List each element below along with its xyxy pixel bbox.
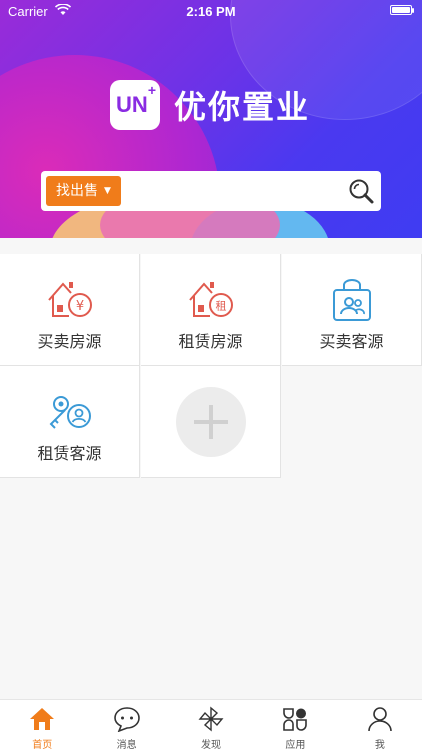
tab-label: 首页 [32, 740, 53, 750]
tab-label: 消息 [116, 740, 137, 750]
tab-label: 发现 [201, 740, 222, 750]
tab-bar: 首页 消息 发现 应用 我 [0, 699, 422, 750]
clock: 2:16 PM [186, 4, 236, 19]
apps-icon [283, 708, 308, 731]
header-banner: Carrier 2:16 PM UN + 优你置业 找出售 ▼ [0, 0, 422, 238]
tile-sale-listings[interactable]: ¥ 买卖房源 [0, 254, 140, 366]
svg-text:租: 租 [216, 300, 227, 313]
pinwheel-icon [198, 706, 224, 732]
tile-rental-customers[interactable]: 租赁客源 [0, 366, 140, 478]
tile-label: 租赁客源 [37, 444, 102, 463]
svg-text:¥: ¥ [76, 299, 84, 314]
caret-down-icon: ▼ [104, 186, 111, 196]
tile-label: 买卖房源 [37, 332, 102, 351]
status-bar: Carrier 2:16 PM [0, 0, 422, 22]
house-yuan-icon: ¥ [45, 278, 95, 322]
tab-me[interactable]: 我 [338, 700, 422, 750]
search-icon[interactable] [347, 177, 375, 205]
tile-label: 租赁房源 [178, 332, 243, 351]
person-icon [368, 707, 392, 732]
tab-label: 我 [374, 740, 385, 750]
tile-label: 买卖客源 [319, 332, 384, 351]
tab-discover[interactable]: 发现 [169, 700, 253, 750]
add-icon [176, 387, 246, 457]
logo-mark: UN + [110, 80, 160, 130]
search-category-label: 找出售 [56, 183, 98, 199]
tile-add[interactable] [141, 366, 281, 478]
tab-home[interactable]: 首页 [0, 700, 84, 750]
tab-label: 应用 [285, 740, 306, 750]
search-bar: 找出售 ▼ [41, 171, 381, 211]
chat-icon [113, 707, 140, 732]
home-icon [30, 708, 55, 730]
bag-customers-icon [327, 278, 377, 322]
tile-sale-customers[interactable]: 买卖客源 [282, 254, 422, 366]
tab-messages[interactable]: 消息 [84, 700, 168, 750]
house-rent-icon: 租 [186, 278, 236, 322]
battery-icon [390, 5, 414, 15]
key-person-icon [45, 390, 95, 434]
home-screen: Carrier 2:16 PM UN + 优你置业 找出售 ▼ ¥ 买卖房源 租… [0, 0, 422, 750]
brand-logo: UN + 优你置业 [110, 80, 310, 130]
search-input[interactable] [161, 176, 331, 206]
tile-rental-listings[interactable]: 租 租赁房源 [141, 254, 281, 366]
brand-name: 优你置业 [174, 88, 311, 126]
search-category-dropdown[interactable]: 找出售 ▼ [46, 176, 121, 206]
tab-apps[interactable]: 应用 [253, 700, 337, 750]
